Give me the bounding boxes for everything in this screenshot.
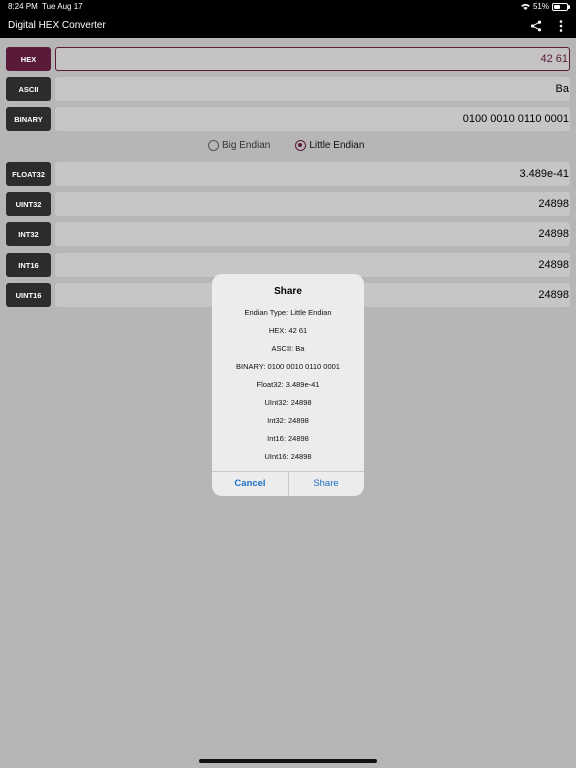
uint32-row: UINT32 24898 [6, 192, 570, 216]
int16-label-button[interactable]: INT16 [6, 253, 51, 277]
dialog-title: Share [274, 286, 302, 297]
big-endian-label: Big Endian [222, 140, 271, 151]
dialog-line-int16: Int16: 24898 [267, 434, 309, 443]
dialog-line-endian: Endian Type: Little Endian [244, 308, 332, 317]
binary-label-button[interactable]: BINARY [6, 107, 51, 131]
little-endian-label: Little Endian [309, 140, 365, 151]
dialog-line-binary: BINARY: 0100 0010 0110 0001 [236, 362, 340, 371]
app-title: Digital HEX Converter [8, 20, 106, 31]
status-time: 8:24 PM [8, 2, 38, 11]
wifi-icon [521, 3, 530, 10]
status-right: 51% [521, 2, 570, 11]
dialog-line-hex: HEX: 42 61 [268, 326, 308, 335]
hex-value: 42 61 [540, 53, 568, 65]
big-endian-radio[interactable] [208, 140, 219, 151]
dialog-line-ascii: ASCII: Ba [271, 344, 305, 353]
float32-value: 3.489e-41 [519, 168, 569, 180]
float32-input[interactable]: 3.489e-41 [55, 162, 570, 186]
battery-icon [552, 2, 570, 11]
endian-selector: Big Endian Little Endian [208, 140, 389, 151]
share-dialog: Share Endian Type: Little Endian HEX: 42… [212, 274, 364, 496]
battery-percent: 51% [532, 2, 549, 11]
dialog-line-float32: Float32: 3.489e-41 [256, 380, 320, 389]
dialog-line-uint16: UInt16: 24898 [264, 452, 312, 461]
int32-label-button[interactable]: INT32 [6, 222, 51, 246]
status-date: Tue Aug 17 [42, 2, 83, 11]
binary-row: BINARY 0100 0010 0110 0001 [6, 107, 570, 131]
little-endian-option[interactable]: Little Endian [295, 140, 364, 151]
cancel-button[interactable]: Cancel [212, 471, 288, 496]
dialog-line-uint32: UInt32: 24898 [264, 398, 312, 407]
int16-value: 24898 [538, 259, 569, 271]
home-indicator[interactable] [199, 759, 377, 763]
hex-label-button[interactable]: HEX [6, 47, 51, 71]
ascii-row: ASCII Ba [6, 77, 570, 101]
uint32-label-button[interactable]: UINT32 [6, 192, 51, 216]
float32-label-button[interactable]: FLOAT32 [6, 162, 51, 186]
binary-input[interactable]: 0100 0010 0110 0001 [55, 107, 570, 131]
share-button[interactable]: Share [288, 471, 364, 496]
ascii-label-button[interactable]: ASCII [6, 77, 51, 101]
uint32-value: 24898 [538, 198, 569, 210]
uint16-label-button[interactable]: UINT16 [6, 283, 51, 307]
binary-value: 0100 0010 0110 0001 [462, 113, 569, 125]
int32-value: 24898 [538, 228, 569, 240]
ascii-input[interactable]: Ba [55, 77, 570, 101]
uint32-input[interactable]: 24898 [55, 192, 570, 216]
ascii-value: Ba [555, 83, 569, 95]
uint16-value: 24898 [538, 289, 569, 301]
hex-input[interactable]: 42 61 [55, 47, 570, 71]
int32-row: INT32 24898 [6, 222, 570, 246]
int32-input[interactable]: 24898 [55, 222, 570, 246]
more-vert-icon[interactable] [555, 19, 567, 33]
status-bar: 8:24 PM Tue Aug 17 51% [0, 0, 576, 14]
dialog-line-int32: Int32: 24898 [267, 416, 309, 425]
float32-row: FLOAT32 3.489e-41 [6, 162, 570, 186]
share-icon[interactable] [530, 20, 542, 32]
little-endian-radio[interactable] [295, 140, 307, 151]
hex-row: HEX 42 61 [6, 47, 570, 71]
big-endian-option[interactable]: Big Endian [208, 140, 270, 151]
app-bar: Digital HEX Converter [0, 14, 576, 38]
